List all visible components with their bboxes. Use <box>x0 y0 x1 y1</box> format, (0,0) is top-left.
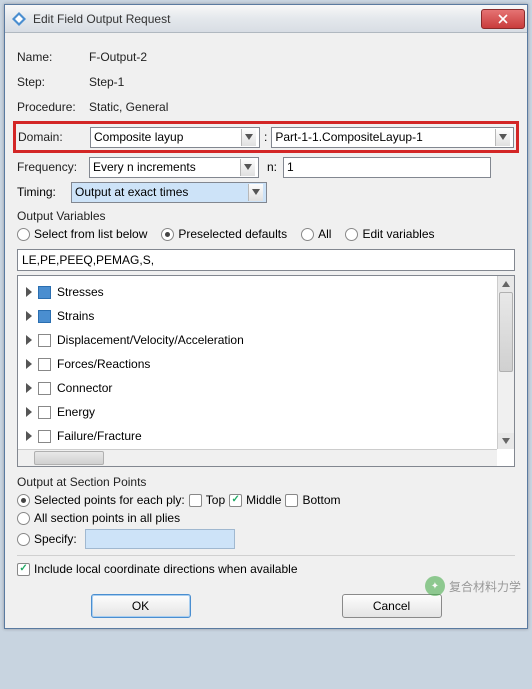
close-button[interactable] <box>481 9 525 29</box>
chevron-down-icon <box>240 159 255 176</box>
radio-all-section-points[interactable] <box>17 512 30 525</box>
radio-preselected[interactable] <box>161 228 174 241</box>
section-points-title: Output at Section Points <box>17 475 515 489</box>
tree-checkbox[interactable] <box>38 358 51 371</box>
name-label: Name: <box>17 50 89 64</box>
cancel-button[interactable]: Cancel <box>342 594 442 618</box>
check-middle[interactable] <box>229 494 242 507</box>
ok-button[interactable]: OK <box>91 594 191 618</box>
expand-icon[interactable] <box>26 335 32 345</box>
step-value: Step-1 <box>89 75 124 89</box>
output-mode-radios: Select from list below Preselected defau… <box>17 227 515 241</box>
tree-item[interactable]: Forces/Reactions <box>20 352 512 376</box>
app-icon <box>11 11 27 27</box>
frequency-value: Every n increments <box>93 160 196 174</box>
tree-item[interactable]: Failure/Fracture <box>20 424 512 448</box>
tree-item[interactable]: Strains <box>20 304 512 328</box>
domain-highlight: Domain: Composite layup : Part-1-1.Compo… <box>13 121 519 153</box>
expand-icon[interactable] <box>26 311 32 321</box>
horizontal-scrollbar[interactable] <box>18 449 497 466</box>
step-label: Step: <box>17 75 89 89</box>
chevron-down-icon <box>495 129 510 146</box>
domain-label: Domain: <box>18 130 90 144</box>
tree-item[interactable]: Energy <box>20 400 512 424</box>
chevron-down-icon <box>241 129 256 146</box>
timing-value: Output at exact times <box>75 185 188 199</box>
variables-input[interactable] <box>17 249 515 271</box>
procedure-label: Procedure: <box>17 100 89 114</box>
tree-checkbox[interactable] <box>38 430 51 443</box>
tree-label: Forces/Reactions <box>57 357 150 371</box>
scroll-thumb[interactable] <box>499 292 513 372</box>
n-label: n: <box>267 160 277 174</box>
titlebar[interactable]: Edit Field Output Request <box>5 5 527 33</box>
radio-specify[interactable] <box>17 533 30 546</box>
tree-checkbox[interactable] <box>38 310 51 323</box>
expand-icon[interactable] <box>26 287 32 297</box>
domain-type-select[interactable]: Composite layup <box>90 127 260 148</box>
variables-tree: Stresses Strains Displacement/Velocity/Acc… <box>17 275 515 467</box>
window-title: Edit Field Output Request <box>33 12 481 26</box>
expand-icon[interactable] <box>26 383 32 393</box>
dialog-body: Name:F-Output-2 Step:Step-1 Procedure:St… <box>5 33 527 588</box>
n-input[interactable] <box>283 157 491 178</box>
include-local-label: Include local coordinate directions when… <box>34 562 298 576</box>
domain-target-select[interactable]: Part-1-1.CompositeLayup-1 <box>271 127 514 148</box>
expand-icon[interactable] <box>26 431 32 441</box>
domain-colon: : <box>264 130 267 144</box>
domain-target-value: Part-1-1.CompositeLayup-1 <box>275 130 422 144</box>
tree-checkbox[interactable] <box>38 334 51 347</box>
scroll-up-button[interactable] <box>498 276 514 292</box>
check-bottom[interactable] <box>285 494 298 507</box>
close-icon <box>498 14 508 24</box>
dialog-window: Edit Field Output Request Name:F-Output-… <box>4 4 528 629</box>
check-top[interactable] <box>189 494 202 507</box>
radio-select-list[interactable] <box>17 228 30 241</box>
specify-input[interactable] <box>85 529 235 549</box>
tree-item[interactable]: Stresses <box>20 280 512 304</box>
output-variables-title: Output Variables <box>17 209 515 223</box>
name-value: F-Output-2 <box>89 50 147 64</box>
timing-select[interactable]: Output at exact times <box>71 182 267 203</box>
tree-checkbox[interactable] <box>38 382 51 395</box>
dialog-footer: OK Cancel <box>5 588 527 628</box>
tree-checkbox[interactable] <box>38 286 51 299</box>
tree-label: Energy <box>57 405 95 419</box>
timing-label: Timing: <box>17 185 71 199</box>
scroll-thumb-h[interactable] <box>34 451 104 465</box>
frequency-label: Frequency: <box>17 160 89 174</box>
scroll-down-button[interactable] <box>498 433 514 449</box>
tree-label: Connector <box>57 381 112 395</box>
chevron-down-icon <box>248 184 263 201</box>
vertical-scrollbar[interactable] <box>497 276 514 449</box>
procedure-value: Static, General <box>89 100 168 114</box>
radio-all[interactable] <box>301 228 314 241</box>
frequency-select[interactable]: Every n increments <box>89 157 259 178</box>
tree-label: Displacement/Velocity/Acceleration <box>57 333 244 347</box>
radio-selected-points[interactable] <box>17 494 30 507</box>
tree-item[interactable]: Displacement/Velocity/Acceleration <box>20 328 512 352</box>
tree-label: Failure/Fracture <box>57 429 142 443</box>
radio-edit-variables[interactable] <box>345 228 358 241</box>
tree-label: Stresses <box>57 285 104 299</box>
expand-icon[interactable] <box>26 407 32 417</box>
tree-label: Strains <box>57 309 94 323</box>
tree-checkbox[interactable] <box>38 406 51 419</box>
domain-type-value: Composite layup <box>94 130 183 144</box>
check-include-local[interactable] <box>17 563 30 576</box>
expand-icon[interactable] <box>26 359 32 369</box>
tree-item[interactable]: Connector <box>20 376 512 400</box>
